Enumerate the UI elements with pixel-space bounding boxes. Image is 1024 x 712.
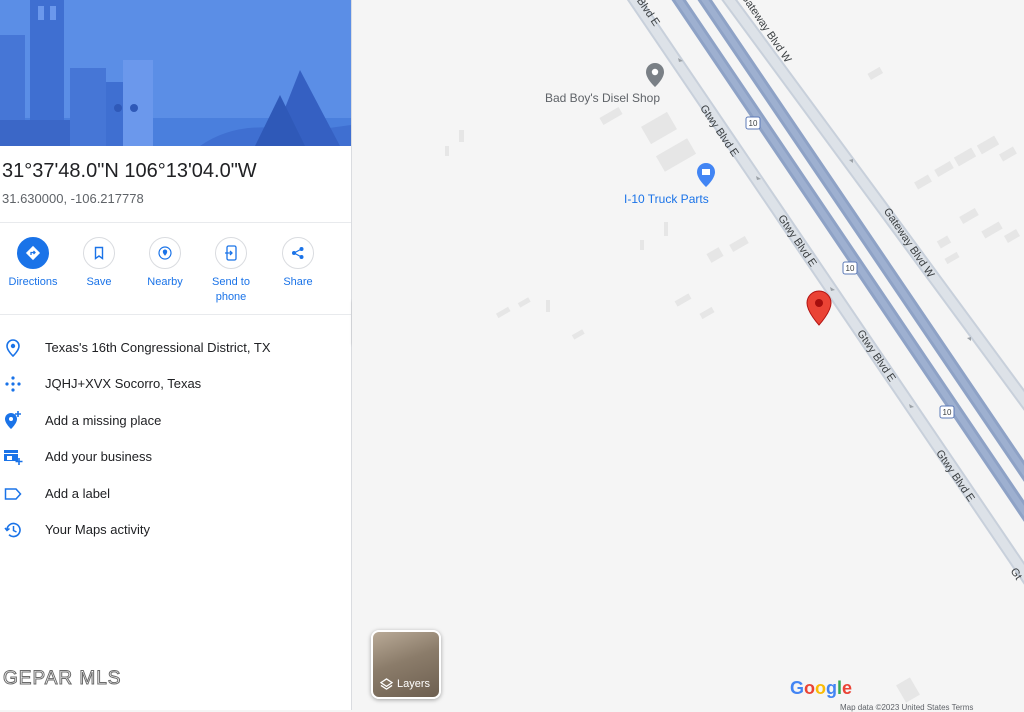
coordinates-decimal[interactable]: 31.630000, -106.217778 xyxy=(2,191,144,206)
add-business-icon xyxy=(2,446,24,468)
place-panel: 31°37'48.0"N 106°13'04.0"W 31.630000, -1… xyxy=(0,0,352,710)
hero-illustration xyxy=(0,0,351,146)
divider xyxy=(0,222,351,223)
add-place-icon xyxy=(2,410,24,432)
directions-button[interactable]: Directions xyxy=(1,237,65,290)
google-letter: o xyxy=(804,678,816,698)
poi-label-bad-boys[interactable]: Bad Boy's Disel Shop xyxy=(545,91,660,105)
location-pin-icon xyxy=(2,337,24,359)
layers-label: Layers xyxy=(397,678,431,690)
svg-text:10: 10 xyxy=(749,119,758,128)
mls-watermark: GEPAR MLS xyxy=(2,668,122,690)
nearby-label: Nearby xyxy=(147,276,183,288)
interstate-shield: 10 xyxy=(939,405,955,419)
divider xyxy=(0,314,351,315)
directions-label: Directions xyxy=(8,276,58,288)
info-text: Add a missing place xyxy=(45,413,162,428)
info-row-add-label[interactable]: Add a label xyxy=(0,479,351,509)
save-label: Save xyxy=(86,276,112,288)
history-icon xyxy=(2,519,24,541)
google-letter: G xyxy=(790,678,805,698)
svg-text:10: 10 xyxy=(846,264,855,273)
share-icon xyxy=(282,237,314,269)
info-text: Add a label xyxy=(45,486,111,501)
nearby-button[interactable]: Nearby xyxy=(133,237,197,290)
plus-code-icon xyxy=(2,373,24,395)
send-to-phone-button[interactable]: Send to phone xyxy=(199,237,263,305)
coordinates-title: 31°37'48.0"N 106°13'04.0"W xyxy=(2,160,257,182)
share-button[interactable]: Share xyxy=(266,237,330,290)
interstate-shield: 10 xyxy=(842,261,858,275)
info-row-district[interactable]: Texas's 16th Congressional District, TX xyxy=(0,333,351,363)
google-letter: o xyxy=(815,678,827,698)
info-text: Your Maps activity xyxy=(45,522,151,537)
bookmark-icon xyxy=(83,237,115,269)
info-row-plus-code[interactable]: JQHJ+XVX Socorro, Texas xyxy=(0,369,351,399)
share-label: Share xyxy=(283,276,313,288)
map-attribution[interactable]: Map data ©2023 United States Terms xyxy=(840,703,973,712)
google-letter: e xyxy=(842,678,853,698)
send-to-phone-label: Send to phone xyxy=(212,276,250,303)
send-to-phone-icon xyxy=(215,237,247,269)
info-row-add-business[interactable]: Add your business xyxy=(0,442,351,472)
google-letter: g xyxy=(826,678,838,698)
label-icon xyxy=(2,483,24,505)
info-text: JQHJ+XVX Socorro, Texas xyxy=(45,376,202,391)
nearby-icon xyxy=(149,237,181,269)
interstate-shield: 10 xyxy=(745,116,761,130)
google-wordmark: Google xyxy=(790,678,852,698)
poi-label-truck-parts[interactable]: I-10 Truck Parts xyxy=(624,192,709,206)
directions-icon xyxy=(17,237,49,269)
map-canvas[interactable]: 10 10 10 xyxy=(352,0,1024,710)
info-row-maps-activity[interactable]: Your Maps activity xyxy=(0,515,351,545)
info-text: Texas's 16th Congressional District, TX xyxy=(45,340,271,355)
info-row-add-place[interactable]: Add a missing place xyxy=(0,406,351,436)
svg-text:10: 10 xyxy=(943,408,952,417)
google-logo: Google xyxy=(790,678,852,699)
save-button[interactable]: Save xyxy=(67,237,131,290)
layers-icon xyxy=(380,678,393,690)
layers-button[interactable]: Layers xyxy=(371,630,441,699)
info-text: Add your business xyxy=(45,449,152,464)
